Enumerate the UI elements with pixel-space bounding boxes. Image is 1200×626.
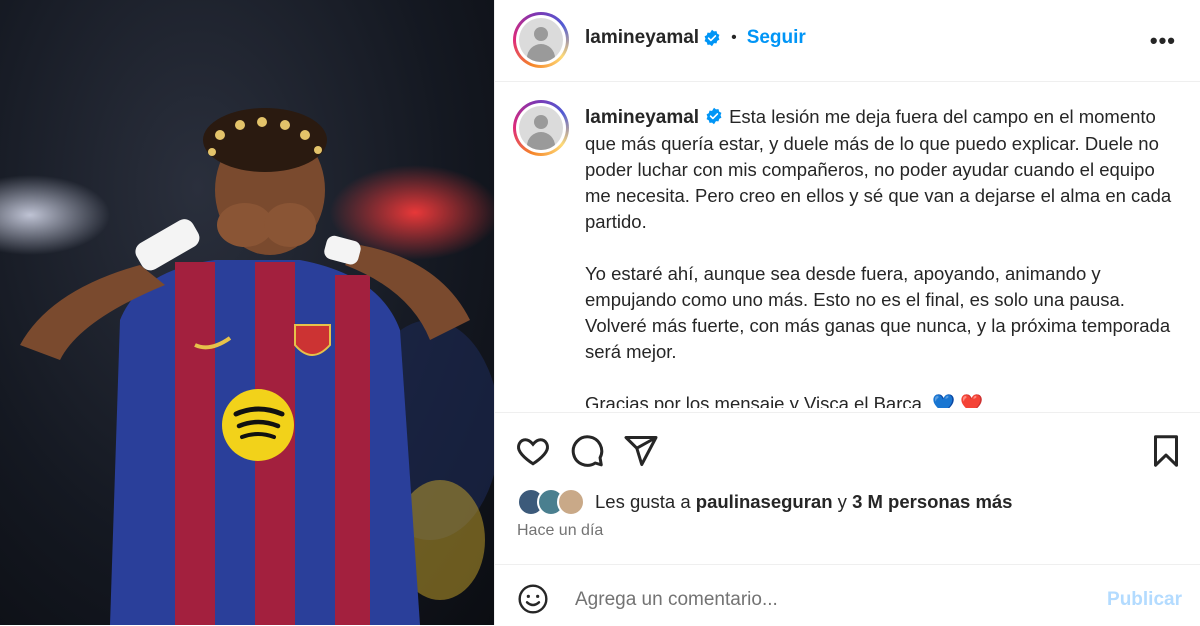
separator-dot: • (731, 29, 737, 46)
liker-avatar (557, 488, 585, 516)
share-paper-plane-icon[interactable] (623, 433, 659, 469)
author-info: lamineyamal • Seguir (585, 27, 806, 49)
caption-author-avatar[interactable] (513, 100, 569, 156)
default-avatar-icon (519, 106, 563, 150)
post-header: lamineyamal • Seguir ••• (495, 0, 1200, 82)
verified-badge-icon (704, 29, 720, 47)
comment-bar: Publicar (495, 564, 1200, 626)
author-username[interactable]: lamineyamal (585, 27, 699, 49)
caption-paragraph: lamineyamal Esta lesión me deja fuera del… (585, 104, 1180, 235)
post-timestamp[interactable]: Hace un día (517, 522, 603, 540)
caption-username[interactable]: lamineyamal (585, 107, 699, 128)
more-options-button[interactable]: ••• (1150, 28, 1176, 54)
likes-prefix: Les gusta a (595, 491, 691, 512)
instagram-post: lamineyamal • Seguir ••• lamineyamal Esta… (0, 0, 1200, 625)
liker-avatars[interactable] (517, 488, 591, 516)
likes-middle: y (837, 491, 847, 512)
post-caption: lamineyamal Esta lesión me deja fuera del… (513, 96, 1180, 408)
player-photo-illustration (0, 108, 494, 625)
liker-username[interactable]: paulinaseguran (696, 491, 833, 513)
caption-paragraph-3: Gracias por los mensaje y Visca el Barça… (585, 393, 984, 408)
caption-paragraph-2: Yo estaré ahí, aunque sea desde fuera, a… (585, 263, 1171, 362)
likes-summary: Les gusta a paulinaseguran y 3 M persona… (517, 488, 1012, 516)
publish-button[interactable]: Publicar (1107, 589, 1182, 611)
post-side-panel: lamineyamal • Seguir ••• lamineyamal Esta… (494, 0, 1200, 625)
emoji-smiley-icon[interactable] (517, 583, 549, 615)
caption-text: lamineyamal Esta lesión me deja fuera del… (585, 104, 1180, 408)
comment-input[interactable] (573, 581, 1077, 619)
post-photo (0, 0, 494, 625)
verified-badge-icon (706, 107, 722, 125)
likes-count[interactable]: 3 M personas más (852, 491, 1012, 513)
comment-bubble-icon[interactable] (569, 433, 605, 469)
action-bar (495, 412, 1200, 483)
save-bookmark-icon[interactable] (1148, 433, 1184, 469)
follow-button[interactable]: Seguir (747, 27, 806, 49)
author-avatar[interactable] (513, 12, 569, 68)
like-heart-icon[interactable] (515, 433, 551, 469)
default-avatar-icon (519, 18, 563, 62)
